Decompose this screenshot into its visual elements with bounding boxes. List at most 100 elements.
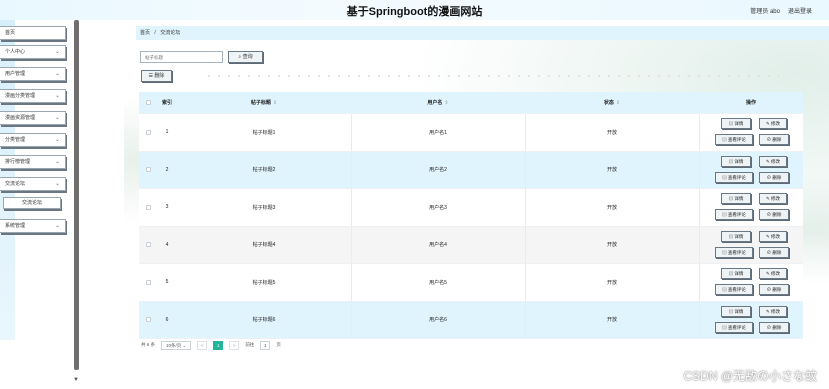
chevron-down-icon: ⌄ bbox=[54, 115, 60, 121]
sidebar-item-comic-category[interactable]: 漫画分类管理 ⌄ bbox=[0, 89, 66, 103]
edit-button[interactable]: ✎ 修改 bbox=[759, 305, 787, 317]
edit-button[interactable]: ✎ 修改 bbox=[759, 268, 787, 279]
sidebar-item-ranking[interactable]: 排行榜管理 ⌄ bbox=[0, 155, 66, 169]
row-checkbox[interactable] bbox=[145, 242, 151, 248]
row-ops: ▤ 详情 ✎ 修改 ▤ 查看评论 ⊘ 删除 bbox=[699, 114, 803, 151]
goto-page-input[interactable]: 1 bbox=[260, 340, 271, 350]
prev-page-button[interactable]: < bbox=[197, 340, 208, 350]
sidebar-scrollbar[interactable] bbox=[74, 20, 79, 370]
ops-group: ▤ 详情 ✎ 修改 ▤ 查看评论 ⊘ 删除 bbox=[715, 305, 795, 335]
breadcrumb-home[interactable]: 首页 bbox=[140, 30, 150, 36]
sort-icon: ⇕ bbox=[272, 99, 278, 106]
next-page-button[interactable]: > bbox=[229, 340, 240, 350]
row-user: 用户名2 bbox=[429, 167, 447, 174]
view-comments-button[interactable]: ▤ 查看评论 bbox=[715, 246, 753, 258]
edit-button[interactable]: ✎ 修改 bbox=[759, 193, 787, 204]
row-title: 帖子标题1 bbox=[252, 129, 276, 136]
detail-button[interactable]: ▤ 详情 bbox=[721, 155, 751, 167]
delete-label: 删除 bbox=[772, 287, 782, 292]
row-status: 开放 bbox=[606, 317, 617, 324]
detail-button[interactable]: ▤ 详情 bbox=[721, 305, 751, 317]
sidebar-item-forum[interactable]: 交流论坛 ⌄ bbox=[0, 177, 66, 191]
detail-label: 详情 bbox=[734, 271, 744, 276]
ops-group: ▤ 详情 ✎ 修改 ▤ 查看评论 ⊘ 删除 bbox=[715, 267, 795, 297]
detail-label: 详情 bbox=[734, 196, 744, 201]
view-comments-button[interactable]: ▤ 查看评论 bbox=[715, 321, 753, 333]
edit-button[interactable]: ✎ 修改 bbox=[759, 118, 787, 129]
delete-button[interactable]: ⊘ 删除 bbox=[759, 209, 789, 220]
goto-label: 前往 bbox=[245, 342, 255, 347]
view-comments-button[interactable]: ▤ 查看评论 bbox=[715, 134, 753, 145]
header-status-label: 状态 bbox=[603, 100, 614, 106]
view-comments-button[interactable]: ▤ 查看评论 bbox=[715, 209, 753, 220]
sidebar-item-system[interactable]: 系统管理 ⌄ bbox=[0, 219, 66, 233]
row-checkbox[interactable] bbox=[145, 129, 151, 135]
detail-button[interactable]: ▤ 详情 bbox=[721, 230, 751, 242]
sidebar-item-label: 首页 bbox=[5, 30, 16, 36]
row-checkbox[interactable] bbox=[145, 279, 151, 285]
delete-label: 删除 bbox=[772, 324, 782, 330]
table-row: 1 帖子标题1 用户名1 开放 ▤ 详情 ✎ 修改 ▤ 查看评论 ⊘ 删除 bbox=[139, 114, 803, 152]
row-checkbox[interactable] bbox=[145, 167, 151, 173]
scroll-down-icon[interactable]: ▼ bbox=[73, 377, 79, 383]
comments-label: 查看评论 bbox=[727, 287, 746, 292]
sidebar-item-category[interactable]: 分类管理 ⌄ bbox=[0, 133, 66, 147]
row-index: 3 bbox=[165, 204, 169, 211]
delete-button[interactable]: ⊘ 删除 bbox=[759, 284, 789, 295]
pagination-total: 共 6 条 bbox=[141, 342, 156, 347]
header-check-cell bbox=[139, 92, 157, 113]
sort-icon: ⇕ bbox=[444, 99, 449, 106]
sidebar-item-label: 用户管理 bbox=[5, 71, 26, 77]
sidebar-subitem-label: 交流论坛 bbox=[21, 200, 42, 206]
edit-button[interactable]: ✎ 修改 bbox=[759, 230, 787, 242]
row-status: 开放 bbox=[606, 129, 617, 136]
delete-button[interactable]: ⊘ 删除 bbox=[759, 171, 789, 183]
sidebar-item-user-management[interactable]: 用户管理 ⌄ bbox=[0, 67, 66, 81]
row-status: 开放 bbox=[606, 167, 617, 174]
sidebar-item-comic-resources[interactable]: 漫画资源管理 ⌄ bbox=[0, 111, 66, 125]
detail-button[interactable]: ▤ 详情 bbox=[721, 118, 751, 129]
detail-button[interactable]: ▤ 详情 bbox=[721, 268, 751, 279]
search-input[interactable] bbox=[140, 51, 223, 63]
sidebar-item-label: 排行榜管理 bbox=[5, 159, 31, 165]
delete-button[interactable]: ⊘ 删除 bbox=[759, 134, 789, 145]
detail-button[interactable]: ▤ 详情 bbox=[721, 193, 751, 204]
logout-link[interactable]: 退出登录 bbox=[788, 6, 812, 15]
select-all-checkbox[interactable] bbox=[145, 100, 151, 105]
delete-button[interactable]: ⊘ 删除 bbox=[759, 321, 789, 333]
sidebar-item-home[interactable]: 首页 bbox=[0, 26, 66, 40]
row-checkbox[interactable] bbox=[145, 204, 151, 210]
row-checkbox[interactable] bbox=[145, 317, 151, 323]
header-title[interactable]: 帖子标题 ⇕ bbox=[177, 92, 351, 113]
header-status[interactable]: 状态 ⇕ bbox=[525, 92, 699, 113]
page-number-current[interactable]: 1 bbox=[213, 340, 224, 350]
trash-icon: ☰ bbox=[148, 73, 154, 79]
chevron-down-icon: ⌄ bbox=[54, 71, 60, 77]
search-button[interactable]: ⌕ 查询 bbox=[228, 51, 263, 63]
user-label[interactable]: 管理员 abo bbox=[750, 6, 780, 15]
row-index: 5 bbox=[165, 279, 169, 286]
edit-button[interactable]: ✎ 修改 bbox=[759, 155, 787, 167]
row-user: 用户名6 bbox=[429, 317, 447, 324]
sidebar-subitem-forum[interactable]: 交流论坛 bbox=[3, 197, 61, 209]
view-comments-button[interactable]: ▤ 查看评论 bbox=[715, 284, 753, 295]
view-comments-button[interactable]: ▤ 查看评论 bbox=[715, 171, 753, 183]
row-user: 用户名1 bbox=[429, 129, 447, 136]
header-user[interactable]: 用户名 ⇕ bbox=[351, 92, 525, 113]
edit-label: 修改 bbox=[771, 121, 781, 126]
sidebar-item-label: 漫画分类管理 bbox=[5, 93, 36, 99]
sort-icon: ⇕ bbox=[615, 99, 621, 106]
row-ops: ▤ 详情 ✎ 修改 ▤ 查看评论 ⊘ 删除 bbox=[699, 152, 803, 189]
batch-delete-button[interactable]: ☰ 删除 bbox=[141, 70, 172, 82]
comments-label: 查看评论 bbox=[727, 324, 746, 330]
edit-label: 修改 bbox=[771, 308, 781, 314]
row-ops: ▤ 详情 ✎ 修改 ▤ 查看评论 ⊘ 删除 bbox=[699, 189, 803, 226]
page-size-select[interactable]: 10条/页 ⌄ bbox=[161, 340, 192, 350]
delete-button[interactable]: ⊘ 删除 bbox=[759, 246, 789, 258]
sidebar-item-personal-center[interactable]: 个人中心 ⌄ bbox=[0, 45, 66, 59]
table-row: 3 帖子标题3 用户名3 开放 ▤ 详情 ✎ 修改 ▤ 查看评论 ⊘ 删除 bbox=[139, 189, 803, 227]
chevron-down-icon: ⌄ bbox=[54, 223, 60, 229]
row-ops: ▤ 详情 ✎ 修改 ▤ 查看评论 ⊘ 删除 bbox=[699, 227, 803, 264]
row-status: 开放 bbox=[606, 242, 617, 249]
delete-label: 删除 bbox=[772, 137, 782, 142]
